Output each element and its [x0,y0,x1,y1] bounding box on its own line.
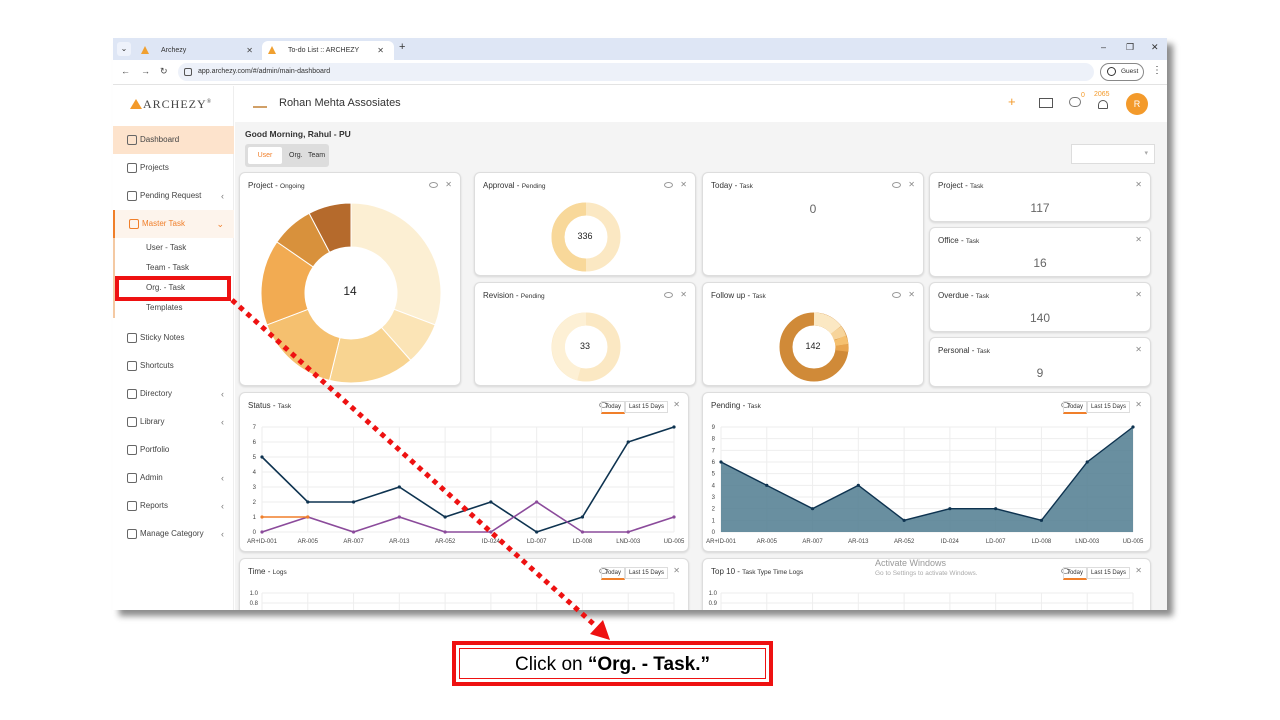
instruction-callout: Click on “Org. - Task.” [452,641,773,686]
instruction-text: Click on “Org. - Task.” [459,648,766,679]
annotation-arrow [230,298,610,640]
